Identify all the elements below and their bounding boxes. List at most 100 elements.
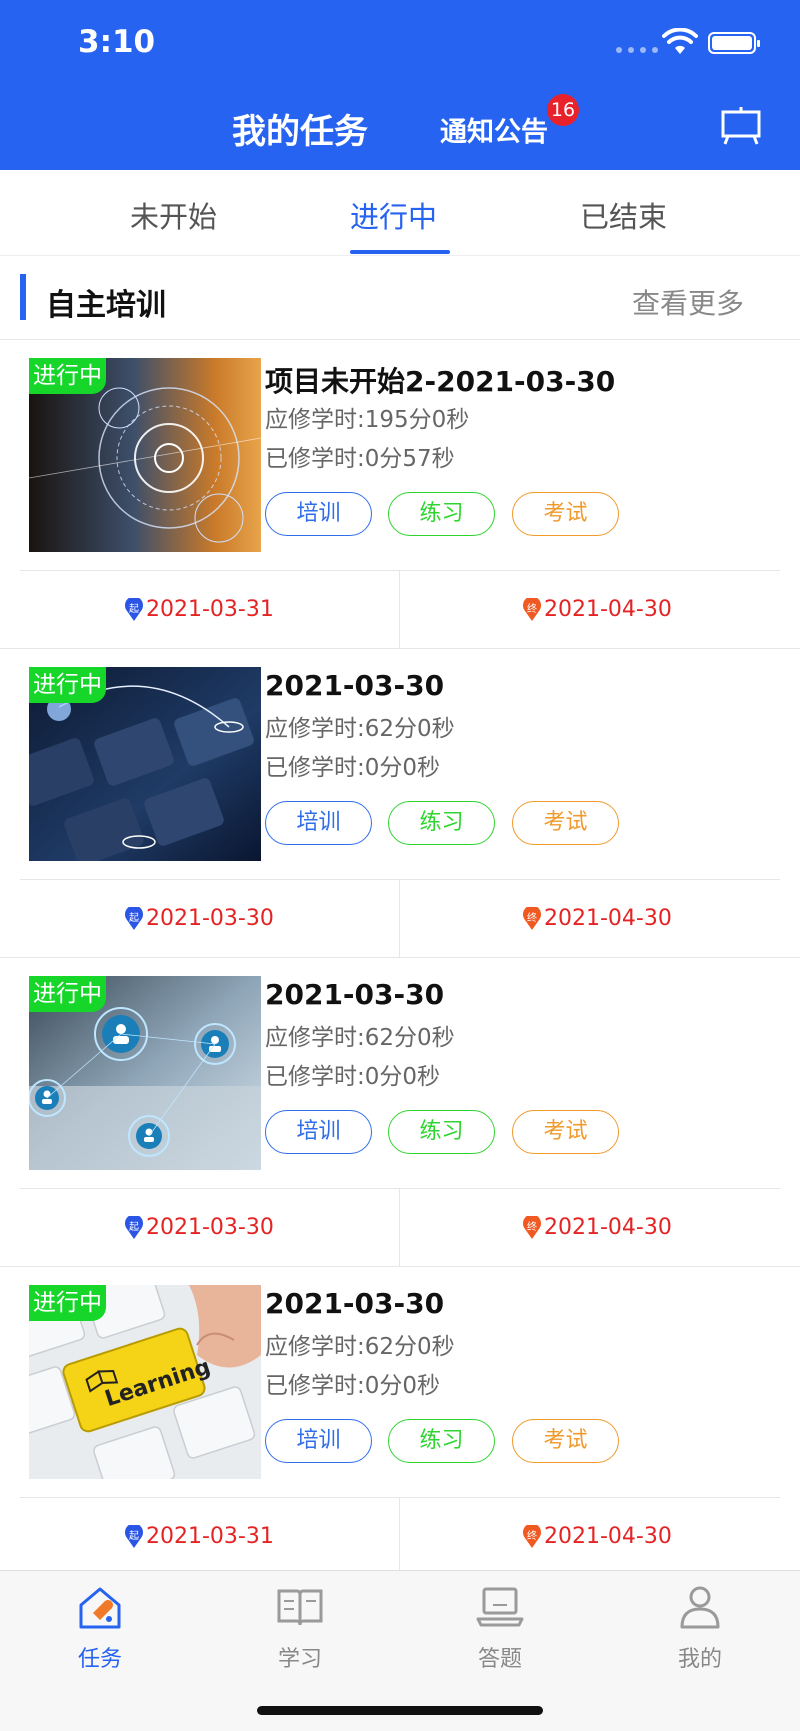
status-badge: 进行中 — [29, 667, 106, 703]
course-title: 2021-03-30 — [265, 1287, 445, 1320]
book-icon — [277, 1589, 323, 1626]
divider — [399, 880, 400, 958]
end-date-text: 2021-04-30 — [544, 1215, 672, 1240]
status-badge: 进行中 — [29, 976, 106, 1012]
required-hours: 应修学时:195分0秒 — [265, 407, 470, 433]
battery-icon — [708, 32, 760, 54]
required-hours: 应修学时:62分0秒 — [265, 1334, 455, 1360]
nav-study[interactable]: 学习 — [250, 1583, 350, 1673]
start-date-text: 2021-03-31 — [146, 1524, 274, 1549]
course-title: 2021-03-30 — [265, 669, 445, 702]
tab-active-indicator — [350, 250, 450, 254]
section-header: 自主培训 查看更多 — [0, 256, 800, 340]
completed-hours: 已修学时:0分0秒 — [265, 755, 441, 781]
train-button[interactable]: 培训 — [265, 1110, 372, 1154]
start-date: 起 2021-03-31 — [124, 1524, 274, 1549]
home-indicator — [257, 1706, 543, 1715]
end-date: 终 2021-04-30 — [522, 1524, 672, 1549]
tab-in-progress[interactable]: 进行中 — [350, 194, 437, 236]
svg-text:终: 终 — [527, 1529, 537, 1542]
user-icon — [680, 1586, 720, 1629]
nav-quiz[interactable]: 答题 — [450, 1583, 550, 1673]
train-button[interactable]: 培训 — [265, 801, 372, 845]
nav-label: 我的 — [677, 1647, 722, 1672]
course-title: 2021-03-30 — [265, 978, 445, 1011]
divider — [20, 879, 780, 880]
task-card[interactable]: 进行中 项目未开始2-2021-03-30 应修学时:195分0秒 已修学时:0… — [0, 340, 800, 649]
task-card[interactable]: 进行中 2021-03-30 应修学时:62分0秒 已修学时:0分0秒 培训 练… — [0, 958, 800, 1267]
svg-text:起: 起 — [129, 1530, 139, 1542]
start-date: 起 2021-03-31 — [124, 597, 274, 622]
status-badge: 进行中 — [29, 1285, 106, 1321]
end-pin-icon: 终 — [522, 906, 542, 931]
exam-button[interactable]: 考试 — [512, 1419, 619, 1463]
train-button[interactable]: 培训 — [265, 492, 372, 536]
task-card[interactable]: Learning 进行中 2021-03-30 应修学时:62分0秒 已修学时:… — [0, 1267, 800, 1576]
start-pin-icon: 起 — [124, 597, 144, 622]
nav-tasks[interactable]: 任务 — [50, 1583, 150, 1673]
end-date: 终 2021-04-30 — [522, 1215, 672, 1240]
laptop-icon — [476, 1587, 524, 1627]
nav-label: 学习 — [277, 1647, 322, 1672]
nav-label: 任务 — [77, 1647, 122, 1672]
start-date-text: 2021-03-30 — [146, 906, 274, 931]
divider — [399, 571, 400, 649]
task-icon — [79, 1587, 121, 1629]
status-badge: 进行中 — [29, 358, 106, 394]
status-tabs: 未开始 进行中 已结束 — [0, 170, 800, 256]
practice-button[interactable]: 练习 — [388, 492, 495, 536]
section-title: 自主培训 — [46, 288, 166, 323]
svg-text:起: 起 — [129, 603, 139, 615]
start-date-text: 2021-03-31 — [146, 597, 274, 622]
page-title: 我的任务 — [232, 112, 368, 152]
svg-text:起: 起 — [129, 1221, 139, 1233]
start-pin-icon: 起 — [124, 1524, 144, 1549]
section-accent-bar — [20, 274, 26, 320]
required-hours: 应修学时:62分0秒 — [265, 716, 455, 742]
start-date: 起 2021-03-30 — [124, 906, 274, 931]
exam-button[interactable]: 考试 — [512, 492, 619, 536]
divider — [20, 570, 780, 571]
practice-button[interactable]: 练习 — [388, 801, 495, 845]
divider — [399, 1189, 400, 1267]
end-pin-icon: 终 — [522, 1215, 542, 1240]
nav-label: 答题 — [477, 1647, 522, 1672]
required-hours: 应修学时:62分0秒 — [265, 1025, 455, 1051]
divider — [20, 1188, 780, 1189]
end-date-text: 2021-04-30 — [544, 597, 672, 622]
end-pin-icon: 终 — [522, 1524, 542, 1549]
svg-text:终: 终 — [527, 602, 537, 615]
exam-button[interactable]: 考试 — [512, 801, 619, 845]
completed-hours: 已修学时:0分0秒 — [265, 1064, 441, 1090]
practice-button[interactable]: 练习 — [388, 1419, 495, 1463]
course-title: 项目未开始2-2021-03-30 — [265, 365, 616, 398]
start-pin-icon: 起 — [124, 1215, 144, 1240]
notice-link[interactable]: 通知公告 — [440, 110, 548, 149]
wifi-icon — [662, 28, 698, 54]
practice-button[interactable]: 练习 — [388, 1110, 495, 1154]
cellular-signal-icon — [616, 47, 658, 53]
end-pin-icon: 终 — [522, 597, 542, 622]
tab-finished[interactable]: 已结束 — [580, 194, 667, 236]
divider — [20, 1497, 780, 1498]
view-more-link[interactable]: 查看更多 — [632, 282, 744, 322]
task-card[interactable]: 进行中 2021-03-30 应修学时:62分0秒 已修学时:0分0秒 培训 练… — [0, 649, 800, 958]
exam-button[interactable]: 考试 — [512, 1110, 619, 1154]
train-button[interactable]: 培训 — [265, 1419, 372, 1463]
svg-text:起: 起 — [129, 912, 139, 924]
nav-mine[interactable]: 我的 — [650, 1583, 750, 1673]
end-date: 终 2021-04-30 — [522, 597, 672, 622]
divider — [399, 1498, 400, 1576]
presentation-screen-icon[interactable] — [720, 106, 762, 146]
completed-hours: 已修学时:0分57秒 — [265, 446, 455, 472]
start-date: 起 2021-03-30 — [124, 1215, 274, 1240]
end-date: 终 2021-04-30 — [522, 906, 672, 931]
start-date-text: 2021-03-30 — [146, 1215, 274, 1240]
tab-not-started[interactable]: 未开始 — [130, 194, 217, 236]
svg-text:终: 终 — [527, 1220, 537, 1233]
completed-hours: 已修学时:0分0秒 — [265, 1373, 441, 1399]
svg-text:终: 终 — [527, 911, 537, 924]
status-time: 3:10 — [78, 24, 156, 60]
notice-badge: 16 — [547, 94, 579, 126]
start-pin-icon: 起 — [124, 906, 144, 931]
